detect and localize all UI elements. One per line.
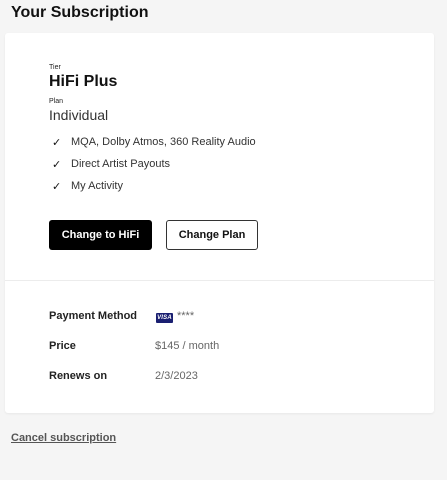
price-value: $145 / month [155,340,220,352]
plan-label: Plan [49,98,64,105]
check-icon: ✓ [52,137,62,149]
renews-label: Renews on [49,370,108,382]
plan-name: Individual [49,107,109,123]
change-plan-button[interactable]: Change Plan [166,220,258,250]
tier-label: Tier [49,64,61,71]
card-number-masked: **** [177,310,195,322]
page-title: Your Subscription [11,4,149,21]
check-icon: ✓ [52,159,62,171]
section-divider [5,280,434,281]
price-label: Price [49,340,76,352]
feature-text: My Activity [71,180,123,192]
tier-name: HiFi Plus [49,73,118,90]
visa-card-icon: VISA [156,313,173,323]
change-to-hifi-button[interactable]: Change to HiFi [49,220,152,250]
cancel-subscription-link[interactable]: Cancel subscription [11,432,116,444]
subscription-card: Tier HiFi Plus Plan Individual ✓ MQA, Do… [5,33,434,413]
payment-method-label: Payment Method [49,310,138,322]
feature-text: MQA, Dolby Atmos, 360 Reality Audio [71,136,256,148]
check-icon: ✓ [52,181,62,193]
renews-date: 2/3/2023 [155,370,198,382]
feature-text: Direct Artist Payouts [71,158,171,170]
plan-section: Tier HiFi Plus Plan Individual ✓ MQA, Do… [5,33,434,280]
